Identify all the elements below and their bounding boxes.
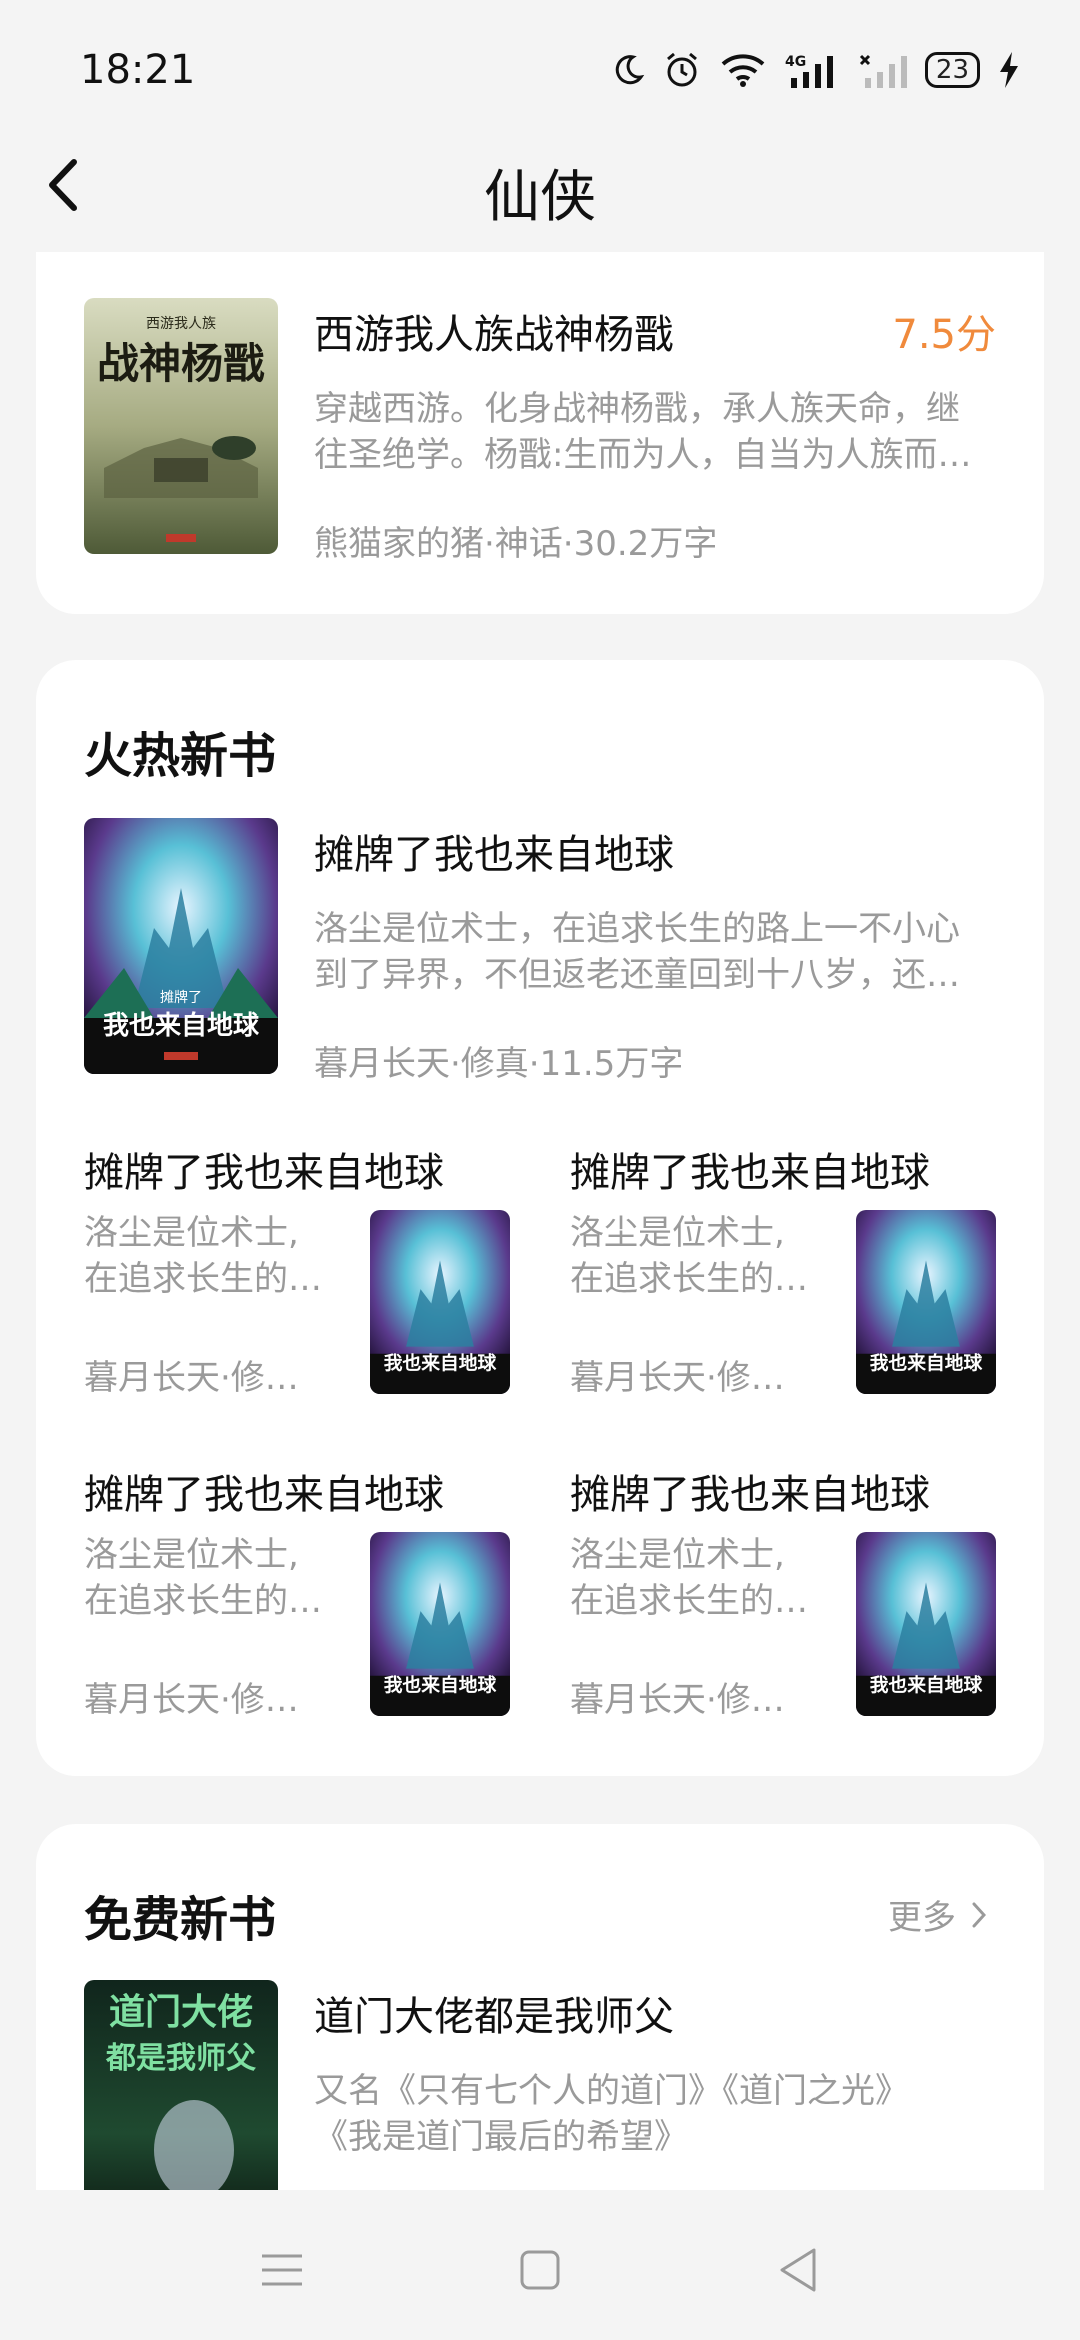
cover-small-text: 摊牌了 [160, 989, 202, 1006]
back-nav-button[interactable] [768, 2240, 828, 2300]
book-cover[interactable]: 西游我人族 战神杨戬 [84, 298, 278, 554]
back-triangle-icon [780, 2248, 816, 2292]
cover-title-text: 我也来自地球 [870, 1353, 983, 1375]
grid-book-card[interactable]: 摊牌了我也来自地球 洛尘是位术士, 在追求长生的… 暮月长天·修… 我也来自地球 [84, 1140, 510, 1400]
book-meta: 暮月长天·修… [570, 1680, 785, 1720]
menu-icon [262, 2254, 302, 2286]
top-app-bar: 仙侠 [0, 130, 1080, 240]
featured-book-row[interactable]: 西游我人族 战神杨戬 西游我人族战神杨戬 7.5分 穿越西游。化身战神杨戬，承人… [84, 298, 996, 564]
more-link[interactable]: 更多 [888, 1890, 986, 1939]
book-cover[interactable]: 我也来自地球 [856, 1210, 996, 1394]
book-description: 洛尘是位术士，在追求长生的路上一不小心 到了异界，不但返老还童回到十八岁，还… [314, 906, 996, 998]
book-cover[interactable]: 道门大佬 都是我师父 [84, 1980, 278, 2194]
book-title: 摊牌了我也来自地球 [84, 1472, 444, 1518]
book-description-line: 到了异界，不但返老还童回到十八岁，还… [314, 955, 960, 995]
cover-small-text: 西游我人族 [146, 316, 216, 332]
book-title: 摊牌了我也来自地球 [314, 832, 674, 878]
book-title: 摊牌了我也来自地球 [84, 1150, 444, 1196]
menu-nav-button[interactable] [252, 2240, 312, 2300]
book-description: 洛尘是位术士, 在追求长生的… [570, 1532, 820, 1624]
section-title: 火热新书 [84, 728, 277, 784]
book-title: 道门大佬都是我师父 [314, 1994, 674, 2040]
status-bar: 18:21 4G 23 [0, 0, 1080, 140]
grid-book-card[interactable]: 摊牌了我也来自地球 洛尘是位术士, 在追求长生的… 暮月长天·修… 我也来自地球 [84, 1462, 510, 1722]
book-description-line: 穿越西游。化身战神杨戬，承人族天命，继 [314, 389, 960, 429]
book-description-line: 洛尘是位术士，在追求长生的路上一不小心 [314, 909, 960, 949]
grid-book-card[interactable]: 摊牌了我也来自地球 洛尘是位术士, 在追求长生的… 暮月长天·修… 我也来自地球 [570, 1140, 996, 1400]
book-description-line: 《我是道门最后的希望》 [314, 2117, 688, 2157]
book-description: 穿越西游。化身战神杨戬，承人族天命，继 往圣绝学。杨戬:生而为人，自当为人族而… [314, 386, 996, 478]
book-cover[interactable]: 我也来自地球 [856, 1532, 996, 1716]
featured-book-card: 西游我人族 战神杨戬 西游我人族战神杨戬 7.5分 穿越西游。化身战神杨戬，承人… [36, 252, 1044, 614]
book-info: 道门大佬都是我师父 又名《只有七个人的道门》《道门之光》 《我是道门最后的希望》 [314, 1980, 996, 2160]
book-info: 西游我人族战神杨戬 7.5分 穿越西游。化身战神杨戬，承人族天命，继 往圣绝学。… [314, 298, 996, 565]
hot-new-books-section: 火热新书 摊牌了 我也来自地球 摊牌了我也来自地球 洛尘是位术士，在追求长生的路… [36, 660, 1044, 1776]
battery-indicator: 23 [924, 52, 980, 88]
status-time: 18:21 [80, 47, 196, 93]
book-description-line: 洛尘是位术士, [570, 1535, 785, 1575]
cover-title-text: 道门大佬 [109, 1991, 253, 2033]
book-title: 摊牌了我也来自地球 [570, 1472, 930, 1518]
book-description: 洛尘是位术士, 在追求长生的… [84, 1210, 334, 1302]
free-lead-book-row[interactable]: 道门大佬 都是我师父 道门大佬都是我师父 又名《只有七个人的道门》《道门之光》 … [84, 1980, 996, 2194]
book-meta: 暮月长天·修… [84, 1358, 299, 1398]
book-description-line: 洛尘是位术士, [84, 1213, 299, 1253]
moon-icon [615, 55, 645, 85]
cover-title-text: 我也来自地球 [870, 1675, 983, 1697]
book-description-line: 洛尘是位术士, [570, 1213, 785, 1253]
book-title: 摊牌了我也来自地球 [570, 1150, 930, 1196]
book-meta: 暮月长天·修… [84, 1680, 299, 1720]
cover-title-text: 我也来自地球 [103, 1010, 260, 1041]
alarm-icon [666, 52, 697, 87]
cover-title-text: 都是我师父 [105, 2041, 256, 2076]
svg-text:4G: 4G [785, 54, 806, 70]
grid-book-card[interactable]: 摊牌了我也来自地球 洛尘是位术士, 在追求长生的… 暮月长天·修… 我也来自地球 [570, 1462, 996, 1722]
book-meta: 暮月长天·修真·11.5万字 [314, 1044, 684, 1084]
book-description-line: 洛尘是位术士, [84, 1535, 299, 1575]
book-description-line: 在追求长生的… [84, 1259, 322, 1299]
book-meta: 暮月长天·修… [570, 1358, 785, 1398]
book-cover[interactable]: 我也来自地球 [370, 1210, 510, 1394]
book-description-line: 在追求长生的… [84, 1581, 322, 1621]
book-description-line: 往圣绝学。杨戬:生而为人，自当为人族而… [314, 435, 972, 475]
home-square-icon [520, 2250, 560, 2290]
more-label: 更多 [888, 1898, 956, 1938]
page-title: 仙侠 [484, 165, 596, 230]
book-description-line: 在追求长生的… [570, 1581, 808, 1621]
section-title: 免费新书 [84, 1892, 277, 1948]
book-description-line: 在追求长生的… [570, 1259, 808, 1299]
cover-title-text: 我也来自地球 [384, 1353, 497, 1375]
book-description: 又名《只有七个人的道门》《道门之光》 《我是道门最后的希望》 [314, 2068, 996, 2160]
book-cover[interactable]: 我也来自地球 [370, 1532, 510, 1716]
chevron-right-icon [972, 1902, 986, 1927]
cellular-signal-icon: 4G [785, 54, 833, 88]
cover-title-text: 战神杨戬 [97, 339, 265, 388]
hot-lead-book-row[interactable]: 摊牌了 我也来自地球 摊牌了我也来自地球 洛尘是位术士，在追求长生的路上一不小心… [84, 818, 996, 1084]
status-icons: 4G 23 [611, 51, 1020, 89]
free-new-books-section: 免费新书 更多 道门大佬 都是我师父 道门大佬都是我师父 又名《只有七个人的道门… [36, 1824, 1044, 2194]
home-nav-button[interactable] [510, 2240, 570, 2300]
no-signal-icon [859, 54, 907, 88]
book-description-line: 又名《只有七个人的道门》《道门之光》 [314, 2071, 909, 2111]
book-meta: 熊猫家的猪·神话·30.2万字 [314, 524, 718, 564]
charging-icon [1000, 52, 1018, 88]
book-cover[interactable]: 摊牌了 我也来自地球 [84, 818, 278, 1074]
book-score: 7.5分 [892, 312, 996, 358]
book-description: 洛尘是位术士, 在追求长生的… [84, 1532, 334, 1624]
book-info: 摊牌了我也来自地球 洛尘是位术士，在追求长生的路上一不小心 到了异界，不但返老还… [314, 818, 996, 1085]
cover-title-text: 我也来自地球 [384, 1675, 497, 1697]
system-navigation-bar [0, 2190, 1080, 2340]
wifi-icon [721, 54, 765, 87]
book-description: 洛尘是位术士, 在追求长生的… [570, 1210, 820, 1302]
